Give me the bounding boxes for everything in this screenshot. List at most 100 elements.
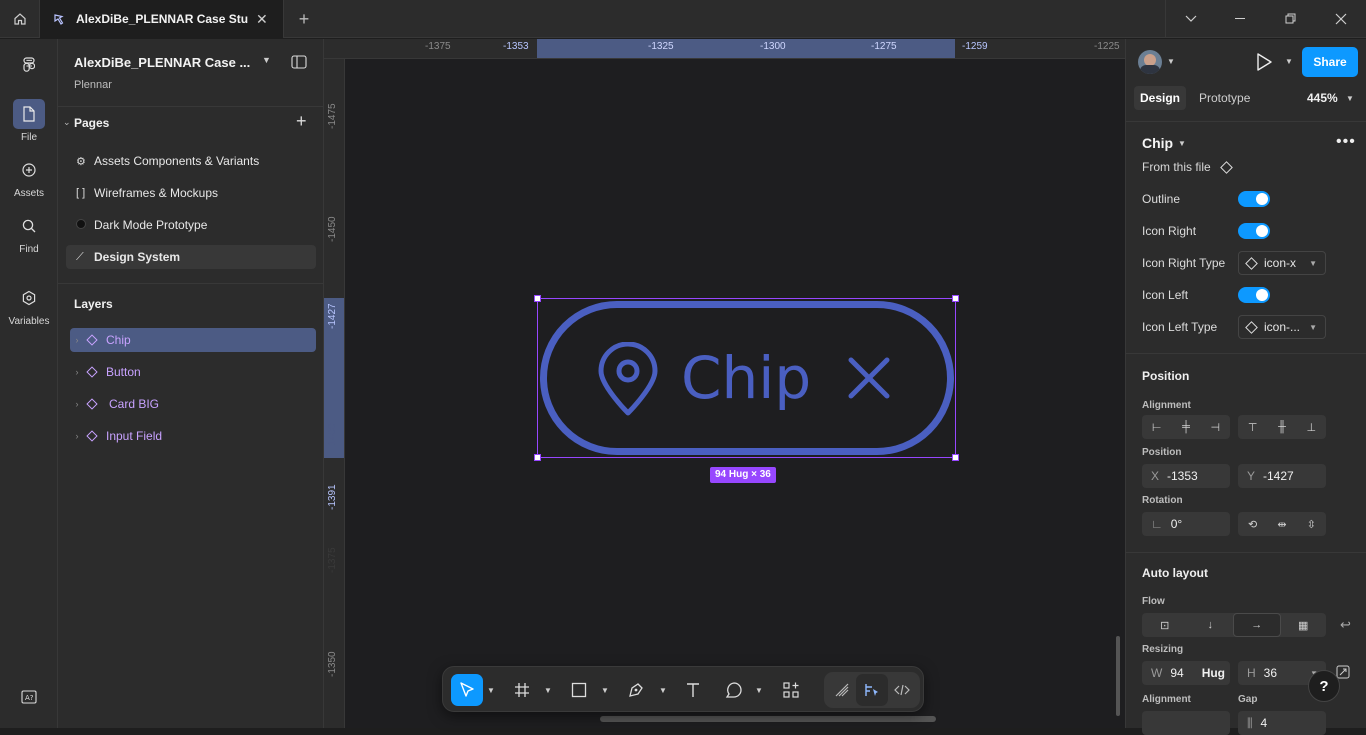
component-name[interactable]: Chip bbox=[1142, 135, 1173, 151]
draw-mode[interactable] bbox=[826, 674, 858, 706]
y-field[interactable]: Y -1427 bbox=[1238, 464, 1326, 488]
chevron-down-icon[interactable]: ▼ bbox=[544, 686, 552, 695]
flip-horizontal-icon[interactable]: ⇹ bbox=[1267, 512, 1296, 536]
rail-assets[interactable]: Assets bbox=[0, 155, 58, 199]
align-top-icon[interactable]: ⊤ bbox=[1238, 415, 1267, 439]
layer-item[interactable]: › Chip bbox=[70, 328, 316, 352]
ruler-top: -1375 -1353 -1325 -1300 -1275 -1259 -122… bbox=[324, 39, 1125, 59]
toggle-sidebar-icon[interactable] bbox=[291, 55, 307, 72]
flow-free-icon[interactable]: ⊡ bbox=[1142, 613, 1188, 637]
chevron-down-icon[interactable]: ⌄ bbox=[63, 117, 71, 128]
chevron-down-icon[interactable]: ▼ bbox=[755, 686, 763, 695]
flow-grid-icon[interactable]: ▦ bbox=[1281, 613, 1327, 637]
pen-tool[interactable] bbox=[620, 674, 652, 706]
ruler-tick: -1375 bbox=[425, 41, 451, 52]
dev-mode[interactable] bbox=[886, 674, 918, 706]
horizontal-scrollbar[interactable] bbox=[600, 716, 936, 722]
chevron-down-icon[interactable]: ▼ bbox=[1167, 57, 1175, 66]
page-item[interactable]: ⟋ Design System bbox=[66, 245, 316, 269]
alignment-grid[interactable] bbox=[1142, 711, 1230, 735]
icon-right-toggle[interactable] bbox=[1238, 223, 1270, 239]
align-center-v-icon[interactable]: ╫ bbox=[1267, 415, 1296, 439]
chevron-down-icon[interactable]: ▼ bbox=[487, 686, 495, 695]
shape-tool[interactable] bbox=[563, 674, 595, 706]
layer-label: Input Field bbox=[106, 429, 163, 443]
layer-item[interactable]: › Button bbox=[70, 360, 316, 384]
chevron-right-icon[interactable]: › bbox=[70, 431, 84, 441]
move-tool[interactable] bbox=[451, 674, 483, 706]
chevron-down-icon[interactable]: ▼ bbox=[659, 686, 667, 695]
minimize-icon[interactable] bbox=[1216, 0, 1266, 38]
chevron-right-icon[interactable]: › bbox=[70, 399, 84, 409]
page-item[interactable]: Dark Mode Prototype bbox=[66, 213, 316, 237]
page-item[interactable]: [ ] Wireframes & Mockups bbox=[66, 181, 316, 205]
chevron-down-icon[interactable] bbox=[1166, 0, 1216, 38]
zoom-level[interactable]: 445% bbox=[1307, 91, 1338, 105]
align-center-h-icon[interactable]: ╪ bbox=[1171, 415, 1200, 439]
actions-tool[interactable] bbox=[775, 674, 807, 706]
tab-prototype[interactable]: Prototype bbox=[1199, 91, 1250, 105]
add-page-button[interactable]: + bbox=[296, 111, 307, 132]
layer-item[interactable]: › Input Field bbox=[70, 424, 316, 448]
avatar[interactable] bbox=[1138, 50, 1162, 74]
align-left-icon[interactable]: ⊢ bbox=[1142, 415, 1171, 439]
close-tab-icon[interactable]: ✕ bbox=[256, 11, 268, 28]
resize-handle[interactable] bbox=[534, 454, 541, 461]
comment-tool[interactable] bbox=[718, 674, 750, 706]
icon-left-toggle[interactable] bbox=[1238, 287, 1270, 303]
flow-horizontal-icon[interactable]: → bbox=[1233, 613, 1281, 637]
resize-handle[interactable] bbox=[952, 295, 959, 302]
file-tab[interactable]: AlexDiBe_PLENNAR Case Study F ✕ bbox=[40, 0, 284, 38]
component-icon[interactable] bbox=[1220, 161, 1233, 174]
gap-field[interactable]: ⫼ 4 bbox=[1238, 711, 1326, 735]
frame-tool[interactable] bbox=[506, 674, 538, 706]
flip-vertical-icon[interactable]: ⇳ bbox=[1297, 512, 1326, 536]
chevron-right-icon[interactable]: › bbox=[70, 335, 84, 345]
share-button[interactable]: Share bbox=[1302, 47, 1358, 77]
chip-label: Chip bbox=[681, 344, 812, 412]
svg-text:A?: A? bbox=[25, 694, 34, 702]
wrap-icon[interactable]: ↩ bbox=[1340, 617, 1351, 633]
tab-design[interactable]: Design bbox=[1134, 86, 1186, 110]
resize-handle[interactable] bbox=[534, 295, 541, 302]
chevron-right-icon[interactable]: › bbox=[70, 367, 84, 377]
rail-variables[interactable]: Variables bbox=[0, 283, 58, 327]
width-field[interactable]: W 94 Hug bbox=[1142, 661, 1230, 685]
icon-left-type-select[interactable]: icon-... ▼ bbox=[1238, 315, 1326, 339]
assets-icon bbox=[22, 163, 36, 177]
home-button[interactable] bbox=[0, 0, 40, 38]
restore-icon[interactable] bbox=[1266, 0, 1316, 38]
language-button[interactable]: A? bbox=[0, 682, 58, 715]
chevron-down-icon[interactable]: ▼ bbox=[262, 55, 271, 65]
figma-menu-button[interactable] bbox=[0, 51, 58, 84]
page-item[interactable]: ⚙ Assets Components & Variants bbox=[66, 149, 316, 173]
resize-handle[interactable] bbox=[952, 454, 959, 461]
vertical-scrollbar[interactable] bbox=[1116, 636, 1120, 716]
design-mode[interactable] bbox=[856, 674, 888, 706]
rotation-field[interactable]: ∟ 0° bbox=[1142, 512, 1230, 536]
title-bar: AlexDiBe_PLENNAR Case Study F ✕ + bbox=[0, 0, 1366, 38]
close-window-icon[interactable] bbox=[1316, 0, 1366, 38]
present-button[interactable] bbox=[1256, 53, 1272, 74]
text-tool[interactable] bbox=[677, 674, 709, 706]
chevron-down-icon[interactable]: ▼ bbox=[1346, 94, 1354, 103]
more-options-icon[interactable]: ••• bbox=[1336, 133, 1356, 151]
rail-file[interactable]: File bbox=[0, 99, 58, 143]
chip-component[interactable]: Chip bbox=[540, 301, 954, 455]
chevron-down-icon[interactable]: ▼ bbox=[601, 686, 609, 695]
chevron-down-icon[interactable]: ▼ bbox=[1178, 139, 1186, 148]
canvas[interactable]: -1375 -1353 -1325 -1300 -1275 -1259 -122… bbox=[324, 39, 1125, 728]
flow-vertical-icon[interactable]: ↓ bbox=[1188, 613, 1234, 637]
align-bottom-icon[interactable]: ⊥ bbox=[1297, 415, 1326, 439]
align-right-icon[interactable]: ⊣ bbox=[1201, 415, 1230, 439]
icon-right-type-select[interactable]: icon-x ▼ bbox=[1238, 251, 1326, 275]
help-button[interactable]: ? bbox=[1308, 670, 1340, 702]
layer-item[interactable]: › Card BIG bbox=[70, 392, 316, 416]
rotate-90-icon[interactable]: ⟲ bbox=[1238, 512, 1267, 536]
x-field[interactable]: X -1353 bbox=[1142, 464, 1230, 488]
file-name[interactable]: AlexDiBe_PLENNAR Case ... bbox=[74, 55, 250, 70]
chevron-down-icon[interactable]: ▼ bbox=[1285, 57, 1293, 66]
outline-toggle[interactable] bbox=[1238, 191, 1270, 207]
new-tab-button[interactable]: + bbox=[292, 8, 316, 30]
rail-find[interactable]: Find bbox=[0, 211, 58, 255]
